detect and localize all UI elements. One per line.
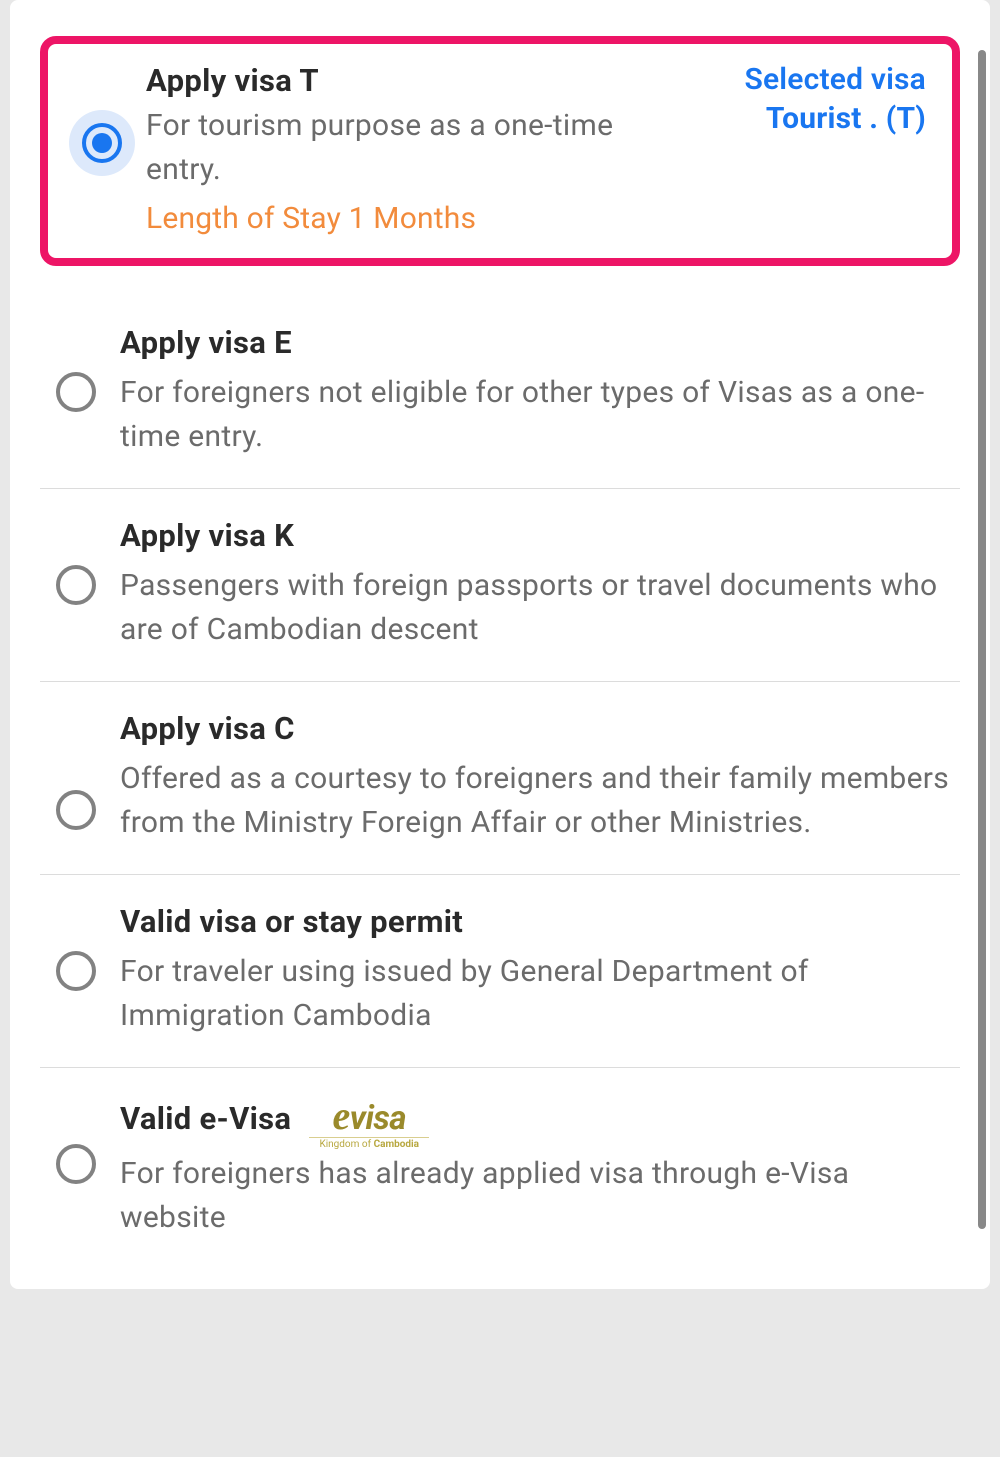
option-desc: For traveler using issued by General Dep… xyxy=(120,950,952,1037)
scrollbar[interactable] xyxy=(978,50,986,1229)
visa-option-valid-permit[interactable]: Valid visa or stay permit For traveler u… xyxy=(40,875,960,1068)
option-title: Apply visa K xyxy=(120,517,952,554)
option-length: Length of Stay 1 Months xyxy=(146,201,926,236)
option-content: Valid e-Visa evisa Kingdom of Cambodia F… xyxy=(112,1096,960,1239)
option-content: Apply visa T Selected visa Tourist . (T)… xyxy=(138,62,934,236)
option-title: Valid e-Visa xyxy=(120,1100,291,1137)
evisa-logo-icon: evisa Kingdom of Cambodia xyxy=(309,1096,429,1150)
radio-wrap xyxy=(66,62,138,176)
option-desc: For foreigners not eligible for other ty… xyxy=(120,371,952,458)
option-content: Apply visa K Passengers with foreign pas… xyxy=(112,517,960,651)
visa-option-t[interactable]: Apply visa T Selected visa Tourist . (T)… xyxy=(66,62,934,236)
option-title: Valid visa or stay permit xyxy=(120,903,952,940)
visa-option-c[interactable]: Apply visa C Offered as a courtesy to fo… xyxy=(40,682,960,875)
visa-option-list: Apply visa T Selected visa Tourist . (T)… xyxy=(10,36,990,1269)
option-title: Apply visa T xyxy=(146,62,319,99)
option-desc: Passengers with foreign passports or tra… xyxy=(120,564,952,651)
radio-wrap xyxy=(40,517,112,605)
selected-visa-label: Selected visa Tourist . (T) xyxy=(744,62,926,136)
radio-wrap xyxy=(40,903,112,991)
radio-wrap xyxy=(40,1096,112,1184)
radio-unselected-icon[interactable] xyxy=(56,951,96,991)
visa-option-k[interactable]: Apply visa K Passengers with foreign pas… xyxy=(40,489,960,682)
visa-option-evisa[interactable]: Valid e-Visa evisa Kingdom of Cambodia F… xyxy=(40,1068,960,1269)
option-desc: For tourism purpose as a one-time entry. xyxy=(146,104,646,191)
highlighted-option: Apply visa T Selected visa Tourist . (T)… xyxy=(40,36,960,266)
option-content: Valid visa or stay permit For traveler u… xyxy=(112,903,960,1037)
option-content: Apply visa E For foreigners not eligible… xyxy=(112,324,960,458)
option-title: Apply visa C xyxy=(120,710,952,747)
radio-selected-icon[interactable] xyxy=(69,110,135,176)
radio-unselected-icon[interactable] xyxy=(56,372,96,412)
visa-option-e[interactable]: Apply visa E For foreigners not eligible… xyxy=(40,296,960,489)
option-content: Apply visa C Offered as a courtesy to fo… xyxy=(112,710,960,844)
radio-unselected-icon[interactable] xyxy=(56,565,96,605)
radio-wrap xyxy=(40,324,112,412)
option-title: Apply visa E xyxy=(120,324,952,361)
radio-unselected-icon[interactable] xyxy=(56,790,96,830)
radio-unselected-icon[interactable] xyxy=(56,1144,96,1184)
option-desc: Offered as a courtesy to foreigners and … xyxy=(120,757,952,844)
option-desc: For foreigners has already applied visa … xyxy=(120,1152,952,1239)
radio-wrap xyxy=(40,710,112,830)
visa-selection-panel: Apply visa T Selected visa Tourist . (T)… xyxy=(10,0,990,1289)
